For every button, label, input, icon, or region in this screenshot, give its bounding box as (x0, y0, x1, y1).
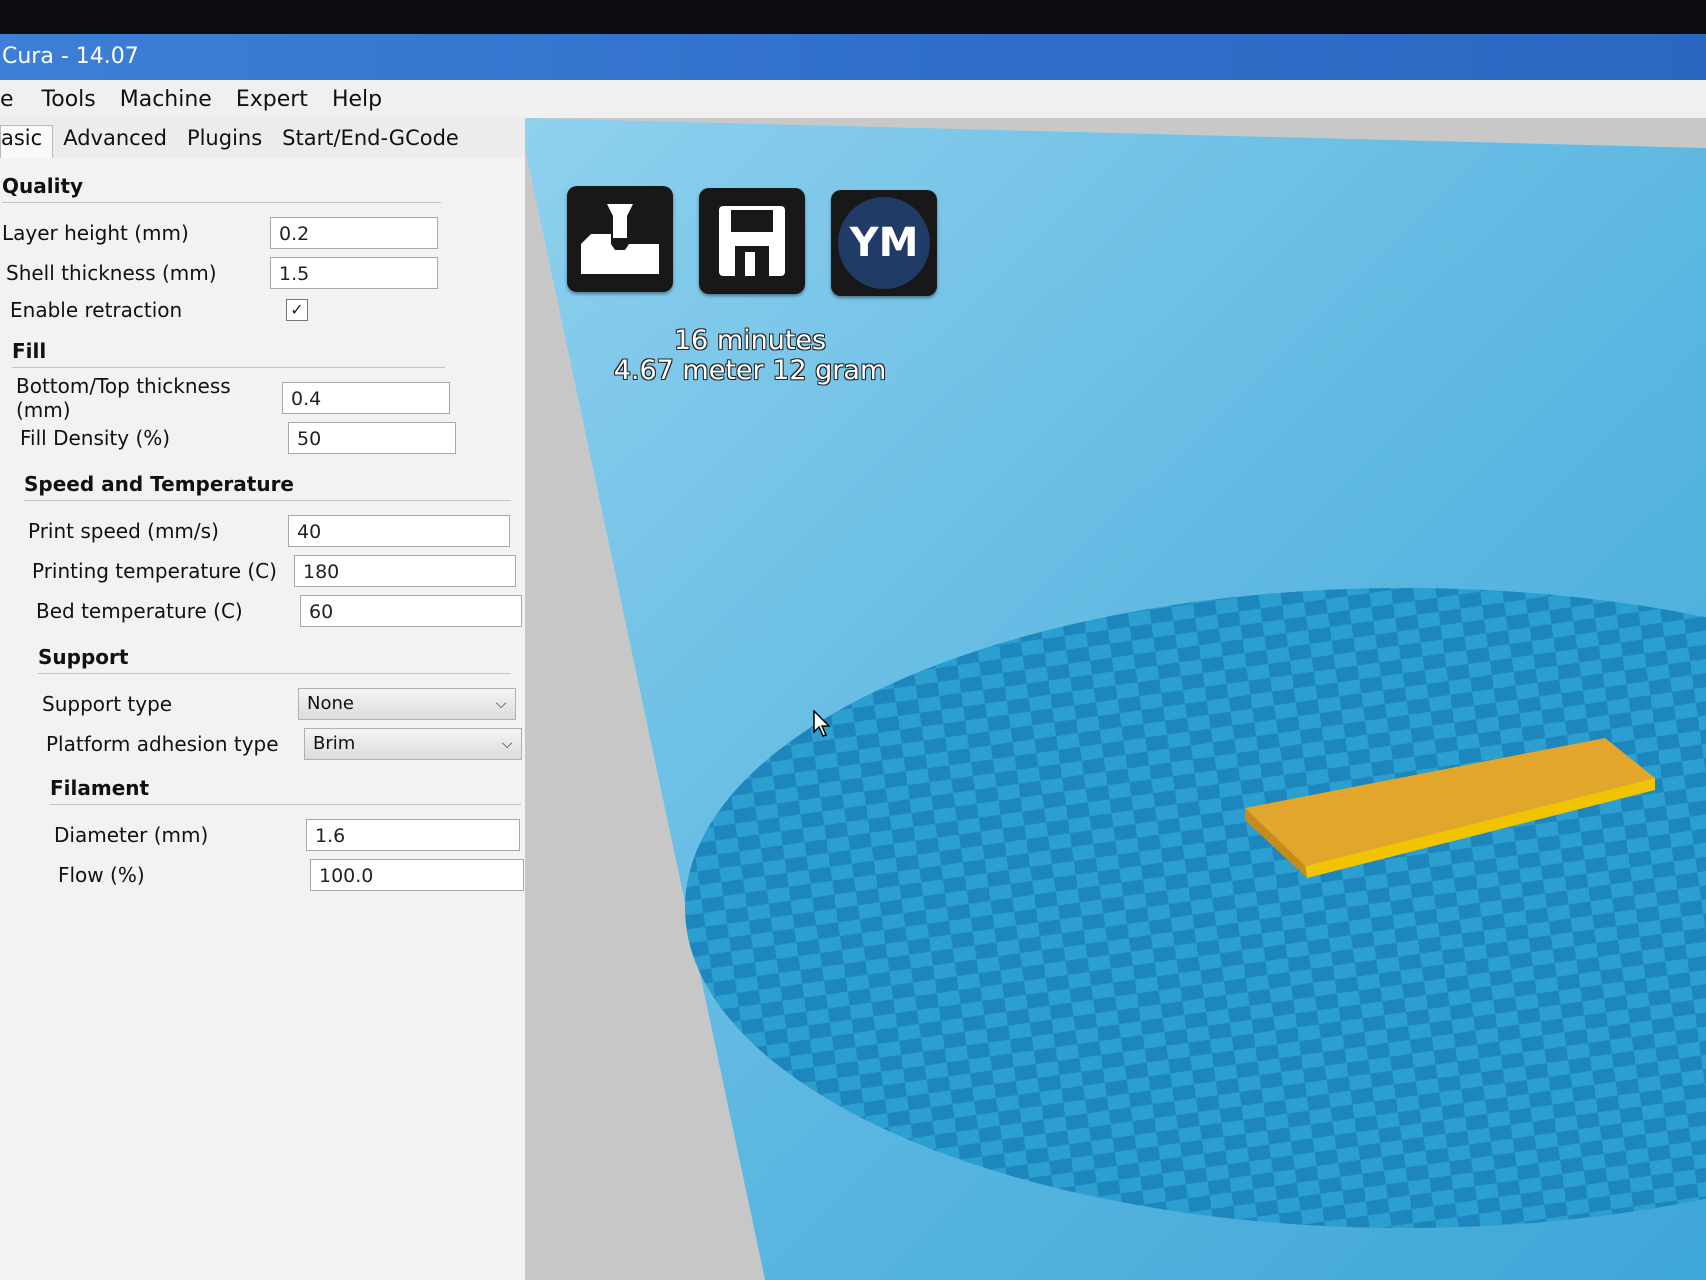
bottom-top-label: Bottom/Top thickness (mm) (16, 374, 231, 422)
menu-help[interactable]: Help (332, 87, 382, 112)
section-divider (2, 202, 441, 203)
menu-bar: e Tools Machine Expert Help (0, 80, 1706, 118)
print-temp-row: Printing temperature (C) 180 (24, 551, 525, 591)
fill-density-label: Fill Density (%) (20, 426, 171, 450)
tab-basic[interactable]: asic (0, 125, 54, 158)
bed-temp-row: Bed temperature (C) 60 (24, 591, 525, 631)
save-disk-icon (719, 206, 785, 276)
cura-window: Cura - 14.07 e Tools Machine Expert Help… (0, 34, 1706, 1280)
title-bar: Cura - 14.07 (0, 34, 1706, 80)
print-speed-label: Print speed (mm/s) (28, 519, 219, 543)
settings-panel: Quality Layer height (mm) 0.2 Shell thic… (0, 158, 525, 1280)
menu-tools[interactable]: Tools (42, 87, 96, 112)
bottom-top-row: Bottom/Top thickness (mm) 0.4 (12, 374, 525, 422)
retraction-checkbox[interactable]: ✓ (286, 299, 308, 321)
adhesion-type-value: Brim (313, 733, 356, 754)
print-time-text: 16 minutes (673, 325, 827, 356)
retraction-label: Enable retraction (10, 298, 183, 322)
diameter-label: Diameter (mm) (54, 823, 209, 847)
menu-file[interactable]: e (0, 87, 14, 112)
layer-height-row: Layer height (mm) 0.2 (2, 213, 525, 253)
menu-expert[interactable]: Expert (236, 87, 308, 112)
print-temp-label: Printing temperature (C) (32, 559, 277, 583)
load-model-icon (581, 204, 659, 274)
flow-label: Flow (%) (58, 863, 145, 887)
section-divider (12, 367, 445, 368)
fill-section: Fill Bottom/Top thickness (mm) 0.4 Fill … (0, 339, 525, 458)
tab-start-end-gcode[interactable]: Start/End-GCode (272, 126, 469, 158)
adhesion-label: Platform adhesion type (46, 732, 279, 756)
speed-title: Speed and Temperature (24, 472, 294, 496)
layer-height-input[interactable]: 0.2 (270, 217, 438, 249)
ym-label: YM (849, 220, 919, 266)
ym-plugin-button[interactable]: YM (831, 190, 937, 296)
layer-height-label: Layer height (mm) (2, 221, 189, 245)
mouse-cursor-icon (813, 710, 831, 737)
support-type-value: None (307, 693, 354, 714)
save-gcode-button[interactable] (699, 188, 805, 294)
shell-thickness-row: Shell thickness (mm) 1.5 (2, 253, 525, 293)
bed-temp-label: Bed temperature (C) (36, 599, 243, 623)
shell-thickness-label: Shell thickness (mm) (6, 261, 217, 285)
bottom-top-input[interactable]: 0.4 (282, 382, 450, 414)
fill-density-input[interactable]: 50 (288, 422, 456, 454)
retraction-row: Enable retraction ✓ (2, 293, 525, 327)
section-divider (38, 673, 511, 674)
filament-section: Filament Diameter (mm) 1.6 Flow (%) 100.… (0, 776, 525, 895)
diameter-row: Diameter (mm) 1.6 (50, 815, 525, 855)
speed-section: Speed and Temperature Print speed (mm/s)… (0, 472, 525, 631)
support-title: Support (38, 645, 129, 669)
menu-machine[interactable]: Machine (120, 87, 212, 112)
tab-plugins[interactable]: Plugins (177, 126, 272, 158)
fill-title: Fill (12, 339, 47, 363)
chevron-down-icon: ⌵ (495, 696, 507, 712)
3d-viewport[interactable]: YM 16 minutes 4.67 meter 12 gram (525, 118, 1706, 1280)
shell-thickness-input[interactable]: 1.5 (270, 257, 438, 289)
support-type-select[interactable]: None ⌵ (298, 688, 516, 720)
support-type-row: Support type None ⌵ (38, 684, 525, 724)
fill-density-row: Fill Density (%) 50 (12, 418, 525, 458)
adhesion-row: Platform adhesion type Brim ⌵ (38, 724, 525, 764)
print-estimate: 16 minutes 4.67 meter 12 gram (610, 326, 890, 386)
section-divider (24, 500, 511, 501)
section-divider (50, 804, 521, 805)
tab-advanced[interactable]: Advanced (53, 126, 177, 158)
quality-title: Quality (2, 174, 84, 198)
print-temp-input[interactable]: 180 (294, 555, 516, 587)
print-speed-input[interactable]: 40 (288, 515, 510, 547)
chevron-down-icon: ⌵ (501, 736, 513, 752)
settings-tabs: asic Advanced Plugins Start/End-GCode (0, 118, 525, 159)
diameter-input[interactable]: 1.6 (306, 819, 520, 851)
quality-section: Quality Layer height (mm) 0.2 Shell thic… (0, 174, 525, 327)
support-section: Support Support type None ⌵ Platform adh… (0, 645, 525, 764)
filament-title: Filament (50, 776, 150, 800)
check-icon: ✓ (290, 300, 304, 319)
material-usage-text: 4.67 meter 12 gram (613, 355, 887, 386)
window-title: Cura - 14.07 (2, 44, 139, 69)
support-type-label: Support type (42, 692, 173, 716)
flow-row: Flow (%) 100.0 (50, 855, 525, 895)
bed-temp-input[interactable]: 60 (300, 595, 522, 627)
load-model-button[interactable] (567, 186, 673, 292)
flow-input[interactable]: 100.0 (310, 859, 524, 891)
print-speed-row: Print speed (mm/s) 40 (24, 511, 525, 551)
adhesion-type-select[interactable]: Brim ⌵ (304, 728, 522, 760)
